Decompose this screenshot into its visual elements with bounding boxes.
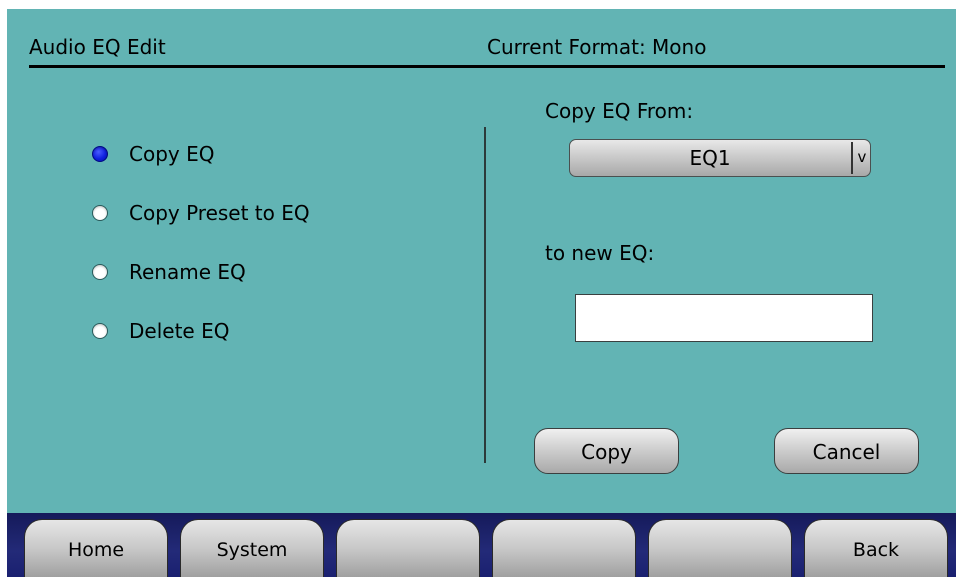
radio-label: Copy EQ <box>129 142 215 166</box>
current-format-label: Current Format: Mono <box>487 35 707 59</box>
radio-option-delete-eq[interactable]: Delete EQ <box>92 316 229 346</box>
radio-option-copy-preset[interactable]: Copy Preset to EQ <box>92 198 310 228</box>
page-title: Audio EQ Edit <box>29 35 166 59</box>
radio-label: Delete EQ <box>129 319 230 343</box>
radio-label: Copy Preset to EQ <box>129 201 310 225</box>
footer-empty-button-3[interactable] <box>648 519 792 577</box>
radio-unselected-icon[interactable] <box>92 323 108 339</box>
dropdown-selected-value: EQ1 <box>689 146 731 170</box>
footer-empty-button-1[interactable] <box>336 519 480 577</box>
radio-option-copy-eq[interactable]: Copy EQ <box>92 139 214 169</box>
home-button[interactable]: Home <box>24 519 168 577</box>
cancel-button[interactable]: Cancel <box>774 428 919 474</box>
system-button[interactable]: System <box>180 519 324 577</box>
header-bar: Audio EQ Edit Current Format: Mono <box>7 9 946 68</box>
chevron-down-icon[interactable]: v <box>855 140 869 176</box>
back-button[interactable]: Back <box>804 519 948 577</box>
header-divider <box>29 65 945 68</box>
radio-label: Rename EQ <box>129 260 246 284</box>
radio-unselected-icon[interactable] <box>92 205 108 221</box>
copy-from-dropdown[interactable]: EQ1 v <box>569 139 871 177</box>
radio-option-rename-eq[interactable]: Rename EQ <box>92 257 246 287</box>
vertical-divider <box>484 127 486 463</box>
to-new-eq-label: to new EQ: <box>545 241 655 265</box>
radio-selected-icon[interactable] <box>92 146 108 162</box>
radio-unselected-icon[interactable] <box>92 264 108 280</box>
new-eq-name-input[interactable] <box>575 294 873 342</box>
footer-empty-button-2[interactable] <box>492 519 636 577</box>
copy-button[interactable]: Copy <box>534 428 679 474</box>
footer-nav-bar: Home System Back <box>7 513 956 577</box>
copy-from-label: Copy EQ From: <box>545 99 694 123</box>
dropdown-separator <box>851 142 853 174</box>
eq-edit-screen: Audio EQ Edit Current Format: Mono Copy … <box>7 9 956 577</box>
